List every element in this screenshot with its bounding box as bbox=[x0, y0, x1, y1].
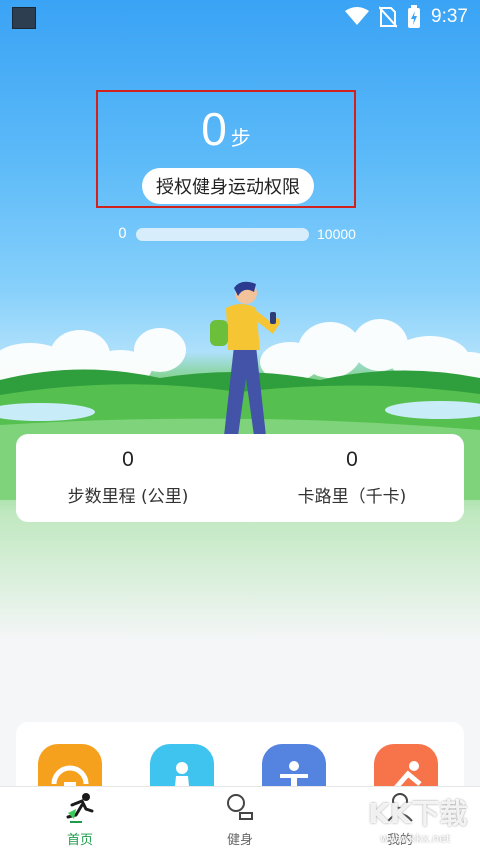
fitness-icon bbox=[227, 794, 253, 820]
watermark-text: KK下载 bbox=[368, 797, 468, 830]
authorize-fitness-permission-button[interactable]: 授权健身运动权限 bbox=[142, 168, 314, 204]
progress-min-label: 0 bbox=[118, 226, 127, 242]
watermark: KK下载 www.kkx.net bbox=[368, 792, 480, 852]
clock: 9:37 bbox=[431, 6, 468, 27]
distance-value: 0 bbox=[122, 448, 134, 471]
step-counter-panel: 0步 授权健身运动权限 bbox=[96, 90, 356, 208]
calories-stat: 0 卡路里（千卡) bbox=[240, 448, 464, 507]
nav-fitness-label: 健身 bbox=[226, 833, 253, 848]
wifi-icon bbox=[345, 7, 370, 25]
calories-value: 0 bbox=[346, 448, 358, 471]
distance-label: 步数里程 (公里) bbox=[67, 487, 189, 507]
step-count-value: 0 bbox=[201, 103, 227, 155]
nav-home[interactable]: 首页 bbox=[30, 791, 130, 848]
progress-bar bbox=[136, 228, 309, 241]
step-count: 0步 bbox=[98, 102, 354, 156]
stats-card: 0 步数里程 (公里) 0 卡路里（千卡) bbox=[16, 434, 464, 522]
notification-icon bbox=[12, 7, 36, 29]
no-sim-icon bbox=[379, 6, 398, 28]
battery-charging-icon bbox=[408, 5, 421, 28]
distance-stat: 0 步数里程 (公里) bbox=[16, 448, 240, 507]
status-bar: 9:37 bbox=[0, 0, 480, 34]
calories-label: 卡路里（千卡) bbox=[297, 487, 407, 507]
nav-fitness[interactable]: 健身 bbox=[190, 791, 290, 848]
step-goal-progress: 0 10000 bbox=[118, 226, 368, 244]
running-icon bbox=[66, 793, 94, 823]
step-count-unit: 步 bbox=[230, 126, 251, 150]
progress-max-label: 10000 bbox=[317, 226, 356, 242]
watermark-url: www.kkx.net bbox=[380, 832, 451, 845]
nav-home-label: 首页 bbox=[66, 833, 93, 848]
walking-person-illustration bbox=[210, 281, 280, 436]
